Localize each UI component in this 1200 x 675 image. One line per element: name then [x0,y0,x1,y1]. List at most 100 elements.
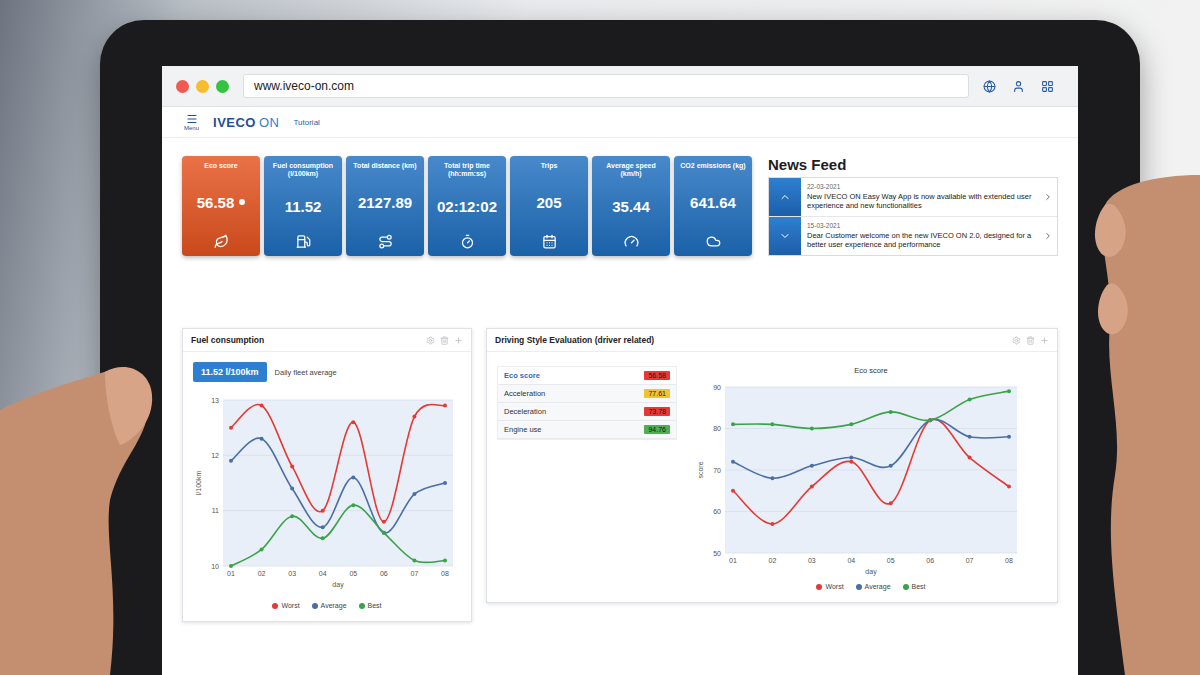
data-point[interactable] [412,492,416,496]
data-point[interactable] [928,418,932,422]
data-point[interactable] [351,420,355,424]
data-point[interactable] [412,415,416,419]
legend-item[interactable]: Average [856,583,891,590]
data-point[interactable] [290,514,294,518]
data-point[interactable] [731,489,735,493]
data-point[interactable] [290,464,294,468]
score-badge: 77.61 [644,389,670,398]
user-icon[interactable] [1012,80,1025,93]
data-point[interactable] [260,437,264,441]
kpi-card[interactable]: Total distance (km)2127.89 [346,156,424,256]
data-point[interactable] [321,536,325,540]
data-point[interactable] [810,427,814,431]
data-point[interactable] [770,476,774,480]
data-point[interactable] [351,503,355,507]
x-tick: 01 [729,557,737,564]
legend-item[interactable]: Worst [272,602,299,609]
x-tick: 08 [441,570,449,577]
data-point[interactable] [770,522,774,526]
right-hand [1085,175,1200,675]
trash-icon[interactable] [1026,336,1035,345]
data-point[interactable] [889,410,893,414]
data-point[interactable] [1007,485,1011,489]
minimize-dot[interactable] [196,80,209,93]
y-tick: 90 [713,384,1017,391]
data-point[interactable] [849,456,853,460]
data-point[interactable] [928,418,932,422]
settings-icon[interactable] [1012,336,1021,345]
data-point[interactable] [443,558,447,562]
legend-item[interactable]: Best [359,602,382,609]
plus-icon[interactable] [1040,336,1049,345]
data-point[interactable] [1007,435,1011,439]
kpi-card[interactable]: Average speed (km/h)35.44 [592,156,670,256]
data-point[interactable] [351,475,355,479]
table-row[interactable]: Acceleration77.61 [498,385,676,403]
legend-item[interactable]: Average [312,602,347,609]
legend-item[interactable]: Best [903,583,926,590]
kpi-card[interactable]: Eco score56.58 [182,156,260,256]
news-scroll-button[interactable] [769,217,801,255]
table-row[interactable]: Eco score56.58 [498,367,676,385]
news-item[interactable]: 22-03-2021New IVECO ON Easy Way App is n… [769,178,1057,217]
data-point[interactable] [968,456,972,460]
data-point[interactable] [731,422,735,426]
grid-icon[interactable] [1041,80,1054,93]
fuel-badge[interactable]: 11.52 l/100km [193,362,267,382]
data-point[interactable] [770,422,774,426]
data-point[interactable] [968,397,972,401]
news-scroll-button[interactable] [769,178,801,216]
y-tick: 13 [211,397,453,404]
legend-item[interactable]: Worst [816,583,843,590]
kpi-cards: Eco score56.58Fuel consumption (l/100km)… [182,156,752,256]
data-point[interactable] [382,531,386,535]
trash-icon[interactable] [440,336,449,345]
data-point[interactable] [229,426,233,430]
data-point[interactable] [810,464,814,468]
news-item[interactable]: 15-03-2021Dear Customer welcome on the n… [769,217,1057,255]
left-hand [0,350,160,675]
data-point[interactable] [849,422,853,426]
data-point[interactable] [260,547,264,551]
data-point[interactable] [731,460,735,464]
x-tick: 05 [887,557,895,564]
data-point[interactable] [412,558,416,562]
data-point[interactable] [443,404,447,408]
settings-icon[interactable] [426,336,435,345]
tutorial-link[interactable]: Tutorial [293,118,319,127]
data-point[interactable] [928,418,932,422]
data-point[interactable] [443,481,447,485]
calendar-icon [542,234,557,249]
svg-text:13: 13 [211,397,219,404]
data-point[interactable] [229,459,233,463]
kpi-card[interactable]: Trips205 [510,156,588,256]
data-point[interactable] [260,404,264,408]
globe-icon[interactable] [983,80,996,93]
menu-button[interactable]: Menu [184,113,199,131]
fuel-chart: 131211100102030405060708dayl/100km [193,392,461,592]
data-point[interactable] [968,435,972,439]
data-point[interactable] [382,531,386,535]
data-point[interactable] [290,487,294,491]
data-point[interactable] [321,525,325,529]
data-point[interactable] [889,464,893,468]
close-dot[interactable] [176,80,189,93]
url-field[interactable]: www.iveco-on.com [243,74,969,98]
data-point[interactable] [810,485,814,489]
data-point[interactable] [321,509,325,513]
table-row[interactable]: Deceleration73.78 [498,403,676,421]
data-point[interactable] [849,460,853,464]
data-point[interactable] [382,520,386,524]
maximize-dot[interactable] [216,80,229,93]
data-point[interactable] [1007,389,1011,393]
plus-icon[interactable] [454,336,463,345]
data-point[interactable] [889,501,893,505]
kpi-card[interactable]: Total trip time (hh:mm:ss)02:12:02 [428,156,506,256]
logo[interactable]: IVECOON [213,115,279,130]
table-row[interactable]: Engine use94.76 [498,421,676,439]
chevron-right-icon [1043,192,1053,202]
chart-series [731,418,1011,480]
data-point[interactable] [229,564,233,568]
kpi-card[interactable]: Fuel consumption (l/100km)11.52 [264,156,342,256]
kpi-card[interactable]: CO2 emissions (kg)641.64 [674,156,752,256]
